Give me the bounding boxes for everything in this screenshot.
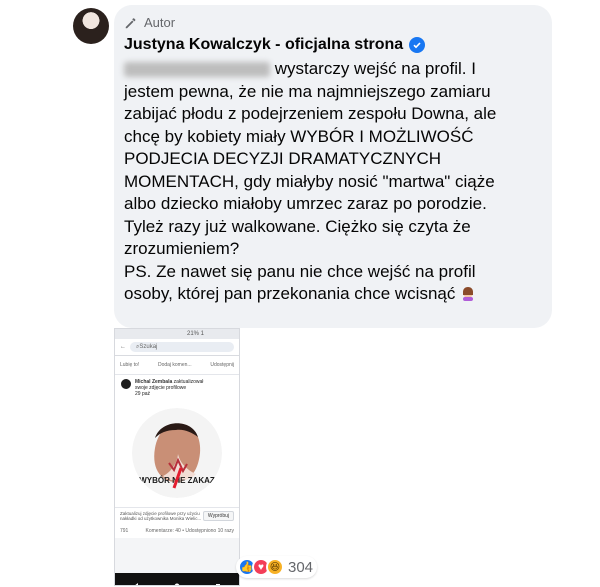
pencil-icon	[125, 17, 136, 28]
comment-line-7: albo dziecko miałoby umrzec zaraz po por…	[124, 194, 487, 213]
comment-line-10: PS. Ze nawet się panu nie chce wejść na …	[124, 261, 476, 281]
phone-like-count: 791	[120, 528, 129, 534]
comment-line-2: jestem pewna, że nie ma najmniejszego za…	[124, 81, 491, 101]
comment-line-6: MOMENTACH, gdy miałyby nosić "martwa" ci…	[124, 171, 495, 191]
comment-line-8: Tyleż razy już walkowane. Ciężko się czy…	[124, 216, 471, 236]
role-label: Autor	[144, 15, 176, 30]
reaction-count[interactable]: 304	[288, 559, 313, 576]
phone-post-actions: Lubię to! Dodaj komen... Udostępnij	[115, 356, 239, 375]
comment-text: wystarczy wejść na profil. I jestem pewn…	[124, 58, 544, 306]
phone-share-text: Zaktualizuj zdjęcie profilowe przy użyci…	[120, 511, 202, 521]
phone-navigation-bar	[115, 573, 239, 585]
phone-like-action[interactable]: Lubię to!	[120, 362, 139, 368]
comment-line-9: zrozumieniem?	[124, 239, 240, 258]
comment-line-3: zabijać płodu z podejrzeniem zespołu Dow…	[124, 104, 497, 123]
phone-search-input[interactable]: ⌕ Szukaj	[130, 342, 234, 352]
phone-post-avatar[interactable]	[121, 379, 131, 389]
phone-post-stats: 791 Komentarze: 40 • Udostępniono 10 raz…	[115, 524, 239, 538]
phone-home-icon[interactable]	[174, 576, 180, 585]
author-name-row[interactable]: Justyna Kowalczyk - oficjalna strona	[124, 36, 426, 54]
comment-line-1: wystarczy wejść na profil. I	[124, 58, 544, 81]
phone-post-time: 29 paź	[135, 391, 151, 397]
phone-search-bar[interactable]: ← ⌕ Szukaj	[115, 339, 239, 356]
phone-back-icon[interactable]	[133, 576, 139, 585]
woman-facepalming-emoji-icon	[463, 287, 474, 301]
comment-line-4: chcę by kobiety miały WYBÓR I MOŻLIWOŚĆ	[124, 126, 474, 146]
redacted-name	[124, 62, 270, 78]
phone-recents-icon[interactable]	[215, 576, 221, 585]
phone-comment-action[interactable]: Dodaj komen...	[158, 362, 192, 368]
reaction-summary[interactable]: 👍 ♥ 😆 304	[236, 556, 318, 578]
profile-picture[interactable]: WYBÓR NIE ZAKAZ	[132, 408, 222, 498]
phone-share-row: Zaktualizuj zdjęcie profilowe przy użyci…	[115, 507, 239, 524]
haha-reaction-icon[interactable]: 😆	[266, 558, 284, 576]
comment-line-5: PODJECIA DECYZJI DRAMATYCZNYCH	[124, 149, 442, 168]
author-role: Autor	[124, 15, 175, 30]
phone-post-header: Michal Zembala zaktualizował swoje zdjęc…	[115, 375, 239, 399]
comment-line-11: osoby, której pan przekonania chce wcisn…	[124, 283, 544, 306]
author-name[interactable]: Justyna Kowalczyk - oficjalna strona	[124, 36, 403, 54]
attached-screenshot[interactable]: 21% 1 ← ⌕ Szukaj Lubię to! Dodaj komen..…	[114, 328, 240, 586]
phone-try-button[interactable]: Wypróbuj	[202, 511, 234, 521]
phone-post-media[interactable]: WYBÓR NIE ZAKAZ	[115, 399, 239, 507]
phone-post-meta: Michal Zembala zaktualizował swoje zdjęc…	[135, 379, 203, 397]
phone-share-action[interactable]: Udostępnij	[210, 362, 234, 368]
phone-comment-share-count: Komentarze: 40 • Udostępniono 10 razy	[145, 528, 234, 534]
back-arrow-icon[interactable]: ←	[120, 344, 126, 350]
phone-status-bar: 21% 1	[115, 329, 239, 339]
verified-badge-icon	[409, 37, 426, 53]
author-avatar[interactable]	[73, 8, 109, 44]
